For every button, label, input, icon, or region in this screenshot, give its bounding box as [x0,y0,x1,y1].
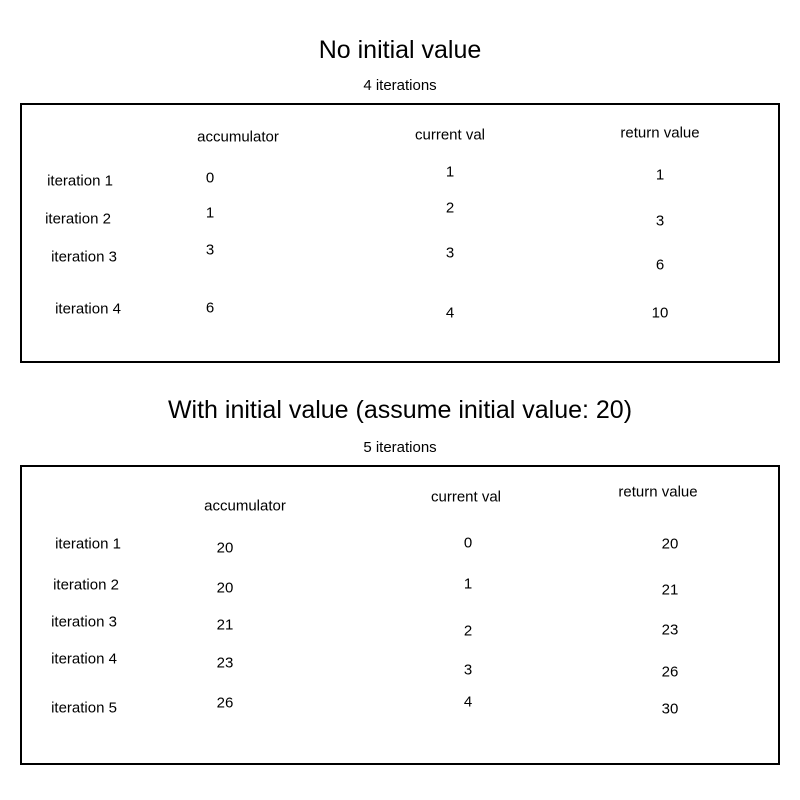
section-subtitle-no-initial-value: 4 iterations [363,77,437,94]
table-cell-accumulator: 20 [216,579,234,597]
table-cell-current-val: 3 [463,661,473,679]
table-cell-current-val: 2 [445,199,455,217]
column-header-current-val: current val [414,126,486,144]
table-cell-accumulator: 1 [205,204,215,222]
table-cell-accumulator: 6 [205,299,215,317]
table-cell-accumulator: 0 [205,169,215,187]
table-cell-return-value: 20 [661,535,679,553]
table-cell-accumulator: 23 [216,654,234,672]
table-cell-current-val: 3 [445,244,455,262]
table-cell-return-value: 6 [655,256,665,274]
table-cell-current-val: 4 [445,304,455,322]
table-row-label: iteration 1 [55,535,121,553]
column-header-current-val: current val [430,488,502,506]
table-cell-return-value: 1 [655,166,665,184]
table-cell-accumulator: 3 [205,241,215,259]
table-row-label: iteration 4 [51,650,117,668]
column-header-return-value: return value [620,124,700,142]
section-title-with-initial-value: With initial value (assume initial value… [167,396,633,424]
table-row-label: iteration 2 [45,210,111,228]
table-row-label: iteration 4 [55,300,121,318]
table-cell-return-value: 21 [661,581,679,599]
table-cell-return-value: 23 [661,621,679,639]
table-cell-accumulator: 20 [216,539,234,557]
table-cell-current-val: 0 [463,534,473,552]
table-row-label: iteration 3 [51,248,117,266]
table-cell-return-value: 3 [655,212,665,230]
table-cell-current-val: 1 [445,163,455,181]
table-row-label: iteration 1 [47,172,113,190]
column-header-return-value: return value [618,483,698,501]
table-cell-current-val: 4 [463,693,473,711]
table-cell-accumulator: 26 [216,694,234,712]
column-header-accumulator: accumulator [197,128,279,146]
table-cell-return-value: 26 [661,663,679,681]
table-cell-return-value: 30 [661,700,679,718]
table-row-label: iteration 2 [53,576,119,594]
table-row-label: iteration 5 [51,699,117,717]
table-cell-return-value: 10 [651,304,669,322]
table-cell-current-val: 1 [463,575,473,593]
section-title-no-initial-value: No initial value [318,36,482,64]
column-header-accumulator: accumulator [204,497,286,515]
table-row-label: iteration 3 [51,613,117,631]
table-no-initial-value: accumulator current val return value ite… [20,103,780,363]
diagram-canvas: No initial value 4 iterations accumulato… [0,0,800,800]
table-with-initial-value: accumulator current val return value ite… [20,465,780,765]
table-cell-current-val: 2 [463,622,473,640]
section-subtitle-with-initial-value: 5 iterations [363,439,437,456]
table-cell-accumulator: 21 [216,616,234,634]
